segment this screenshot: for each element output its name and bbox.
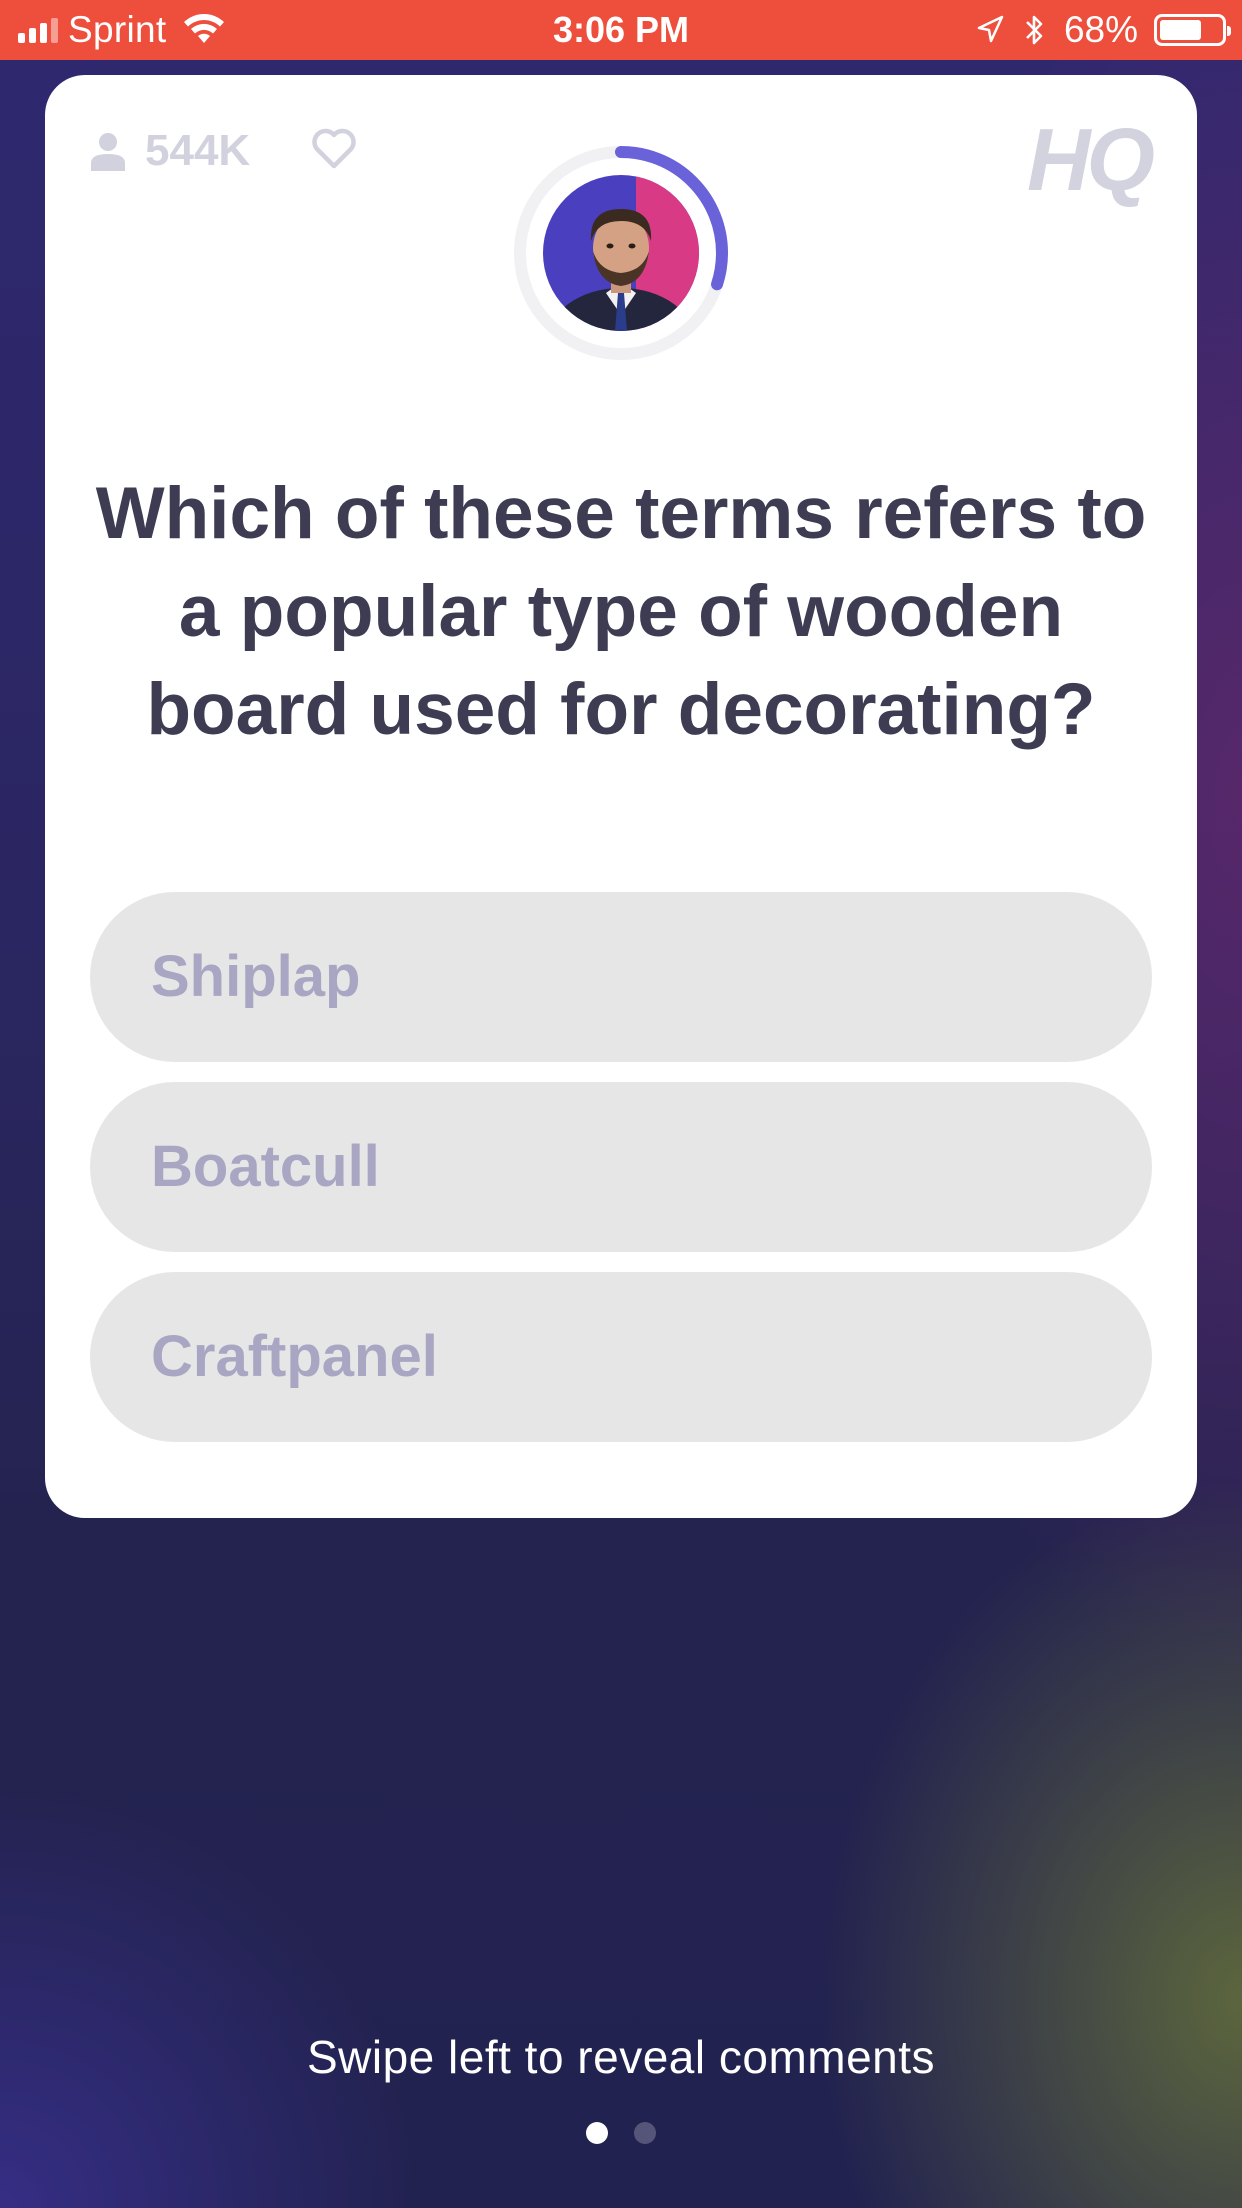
- page-indicator[interactable]: [0, 2122, 1242, 2144]
- question-text: Which of these terms refers to a popular…: [95, 473, 1147, 750]
- location-icon: [977, 15, 1004, 43]
- battery-percent: 68%: [1063, 9, 1138, 50]
- answer-option-3[interactable]: Craftpanel: [90, 1272, 1152, 1442]
- hq-logo: HQ: [1027, 110, 1155, 209]
- person-icon: [91, 133, 125, 171]
- battery-level: [1160, 20, 1201, 40]
- host-video: [511, 143, 731, 363]
- host-timer: [514, 146, 728, 360]
- page-dot-2[interactable]: [634, 2122, 656, 2144]
- answer-option-1[interactable]: Shiplap: [90, 892, 1152, 1062]
- bluetooth-icon: [1026, 15, 1043, 45]
- swipe-hint: Swipe left to reveal comments: [306, 2031, 936, 2083]
- viewer-counter: 544K: [89, 123, 250, 179]
- answer-option-2[interactable]: Boatcull: [90, 1082, 1152, 1252]
- viewer-count: 544K: [145, 126, 251, 175]
- question-card: 544K HQ Which of these terms refers to a…: [45, 75, 1197, 1518]
- page-dot-1[interactable]: [586, 2122, 608, 2144]
- heart-icon[interactable]: [310, 125, 358, 171]
- battery-icon: [1154, 14, 1231, 46]
- status-right: 68%: [976, 0, 1231, 60]
- status-bar: Sprint 3:06 PM 68%: [0, 0, 1242, 60]
